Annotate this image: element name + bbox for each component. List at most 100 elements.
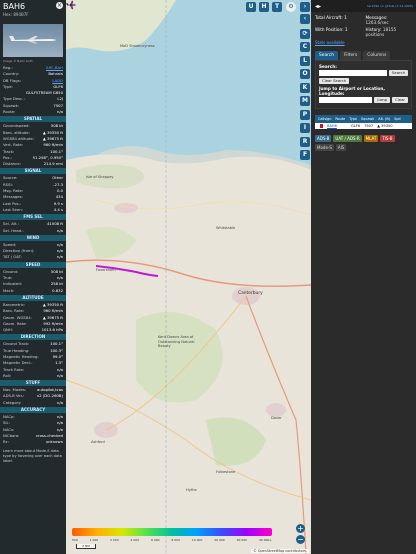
info-key: Route: <box>3 109 16 115</box>
badge-uat[interactable]: UAT / ADS-R <box>333 135 362 142</box>
col-callsign[interactable]: Callsign <box>318 117 331 121</box>
search-panel: Search: Search Clear Search Jump to Airp… <box>315 60 412 109</box>
altitude-legend-labels: 500 1 000 2 000 4 000 6 000 8 000 10 000 20 000… <box>72 538 272 542</box>
side-button-r[interactable]: R <box>300 136 310 147</box>
info-row: Sel. Head.: n/a <box>0 228 66 234</box>
badge-modes[interactable]: Mode-S <box>315 144 334 151</box>
col-type[interactable]: Type <box>349 117 357 121</box>
legend-tick: 20 000 <box>214 538 225 542</box>
row-squawk: 7507 <box>364 124 374 128</box>
info-key: Distance: <box>3 161 21 167</box>
photo-caption: Image © Bahn both <box>3 59 33 63</box>
legend-tick: 8 000 <box>171 538 180 542</box>
info-row: QNH: 1013.6 hPa <box>0 327 66 333</box>
info-key: Roll: <box>3 372 12 378</box>
aircraft-photo[interactable] <box>3 24 63 57</box>
info-footer: Learn more about Mode-S data type by hov… <box>3 448 62 463</box>
col-speed[interactable]: Spd <box>394 117 400 121</box>
info-row: Last Seen: 4.4 s <box>0 207 66 213</box>
info-value: 4.4 s <box>53 206 63 212</box>
legend-tick: 30 000 <box>236 538 248 542</box>
map-toggle-u-button[interactable]: U <box>246 2 256 12</box>
info-key: QNH: <box>3 327 13 333</box>
info-value: 1013.6 hPa <box>41 327 63 333</box>
col-route[interactable]: Route <box>335 117 345 121</box>
row-altitude: ▲ 39350 <box>377 124 393 128</box>
side-button-c[interactable]: C <box>300 42 310 52</box>
section-header: SIGNAL <box>0 168 66 175</box>
map-scale: 2 NM <box>76 544 96 549</box>
jump-input[interactable] <box>319 97 373 103</box>
map-toggle-t-button[interactable]: T <box>272 2 282 12</box>
clear-search-button[interactable]: Clear Search <box>319 78 350 84</box>
altitude-legend <box>72 528 272 536</box>
map-label: Ashford <box>91 440 105 444</box>
tab-search[interactable]: Search <box>315 51 339 60</box>
info-row: Mach: 0.832 <box>0 288 66 294</box>
info-row: Route: n/a <box>0 109 66 115</box>
search-input[interactable] <box>319 70 387 76</box>
map-label: Dover <box>271 416 282 420</box>
info-header: BAH6 Hex: 894B7F × <box>0 0 66 22</box>
side-button-m[interactable]: M <box>300 96 310 106</box>
side-button-column: › ‹ ⟳ C L O K M P I R F <box>299 0 311 554</box>
clear-jump-button[interactable]: Clear <box>392 97 408 103</box>
badge-ais[interactable]: AIS <box>335 144 347 151</box>
legend-tick: 40 000+ <box>258 538 272 542</box>
badge-tisb[interactable]: TIS-B <box>380 135 395 142</box>
side-button-o[interactable]: O <box>300 69 310 79</box>
map-canvas[interactable] <box>66 0 311 554</box>
side-button-p[interactable]: P <box>300 109 310 120</box>
table-header: Callsign Route Type Squawk Alt. (ft) Spd <box>315 115 412 123</box>
info-row: Category: n/a <box>0 400 66 406</box>
info-row: Roll: n/a <box>0 373 66 379</box>
section-header: STUFF <box>0 380 66 387</box>
map-toggle-h-button[interactable]: H <box>259 2 269 12</box>
section-header: SPEED <box>0 261 66 268</box>
info-row: TAT / OAT: n/a <box>0 254 66 260</box>
tab-columns[interactable]: Columns <box>363 51 391 60</box>
close-icon[interactable]: × <box>56 2 63 9</box>
jump-label: Jump to Airport or Location, Longitude: <box>319 86 385 96</box>
legend-tick: 1 000 <box>89 538 99 542</box>
reset-map-icon[interactable]: ⟳ <box>300 29 310 39</box>
info-value: unknown <box>45 439 63 445</box>
info-sections: SPATIAL Groundspeed: 508 kt Baro. altitude:… <box>0 116 66 445</box>
section-header: SPATIAL <box>0 116 66 123</box>
side-button-k[interactable]: K <box>300 82 310 93</box>
badge-adsb[interactable]: ADS-B <box>315 135 332 142</box>
map-label: Faversham <box>96 268 116 272</box>
messages-value: 1263.6/sec <box>365 20 389 25</box>
collapse-arrow-icon[interactable]: ‹ <box>300 14 310 24</box>
row-callsign[interactable]: BAH6 <box>327 124 337 128</box>
tar1090-app: BAH6 Hex: 894B7F × Image © Bahn both Reg… <box>0 0 416 554</box>
settings-gear-icon[interactable]: ⚙ <box>286 2 296 12</box>
side-button-l[interactable]: L <box>300 55 310 66</box>
info-key: Type: <box>3 83 13 89</box>
info-value: n/a <box>56 227 63 233</box>
info-value: 214.9 nmi <box>43 161 63 167</box>
legend-tick: 4 000 <box>130 538 140 542</box>
section-header: ALTITUDE <box>0 294 66 301</box>
section-header: DIRECTION <box>0 334 66 341</box>
hex-line: Hex: 894B7F <box>3 12 29 17</box>
aircraft-marker-icon[interactable] <box>66 0 76 10</box>
aircraft-list-panel: ◂▸ tar1090 on github (3.14.1605) Total A… <box>311 0 416 554</box>
side-button-i[interactable]: I <box>300 123 310 133</box>
toggle-sidebar-icon[interactable]: ◂▸ <box>311 3 325 10</box>
info-key: Rc: <box>3 439 10 445</box>
map-view[interactable]: U H T ⚙ MoD Shoeburyness Isle of Sheppey… <box>66 0 311 554</box>
map-label: Kent Downs Area of Outstanding Natural B… <box>158 335 195 348</box>
col-squawk[interactable]: Squawk <box>361 117 374 121</box>
info-key: Mach: <box>3 287 15 293</box>
tab-filters[interactable]: Filters <box>340 51 362 60</box>
badge-mlat[interactable]: MLAT <box>363 135 379 142</box>
search-button[interactable]: Search <box>388 70 408 76</box>
jump-button[interactable]: Jump <box>374 97 391 103</box>
version-link[interactable]: tar1090 on github (3.14.1605) <box>367 4 416 8</box>
col-altitude[interactable]: Alt. (ft) <box>378 117 390 121</box>
aircraft-info-panel: BAH6 Hex: 894B7F × Image © Bahn both Reg… <box>0 0 66 554</box>
expand-arrow-icon[interactable]: › <box>300 2 310 12</box>
side-button-f[interactable]: F <box>300 150 310 160</box>
map-label: Folkestone <box>216 470 236 474</box>
